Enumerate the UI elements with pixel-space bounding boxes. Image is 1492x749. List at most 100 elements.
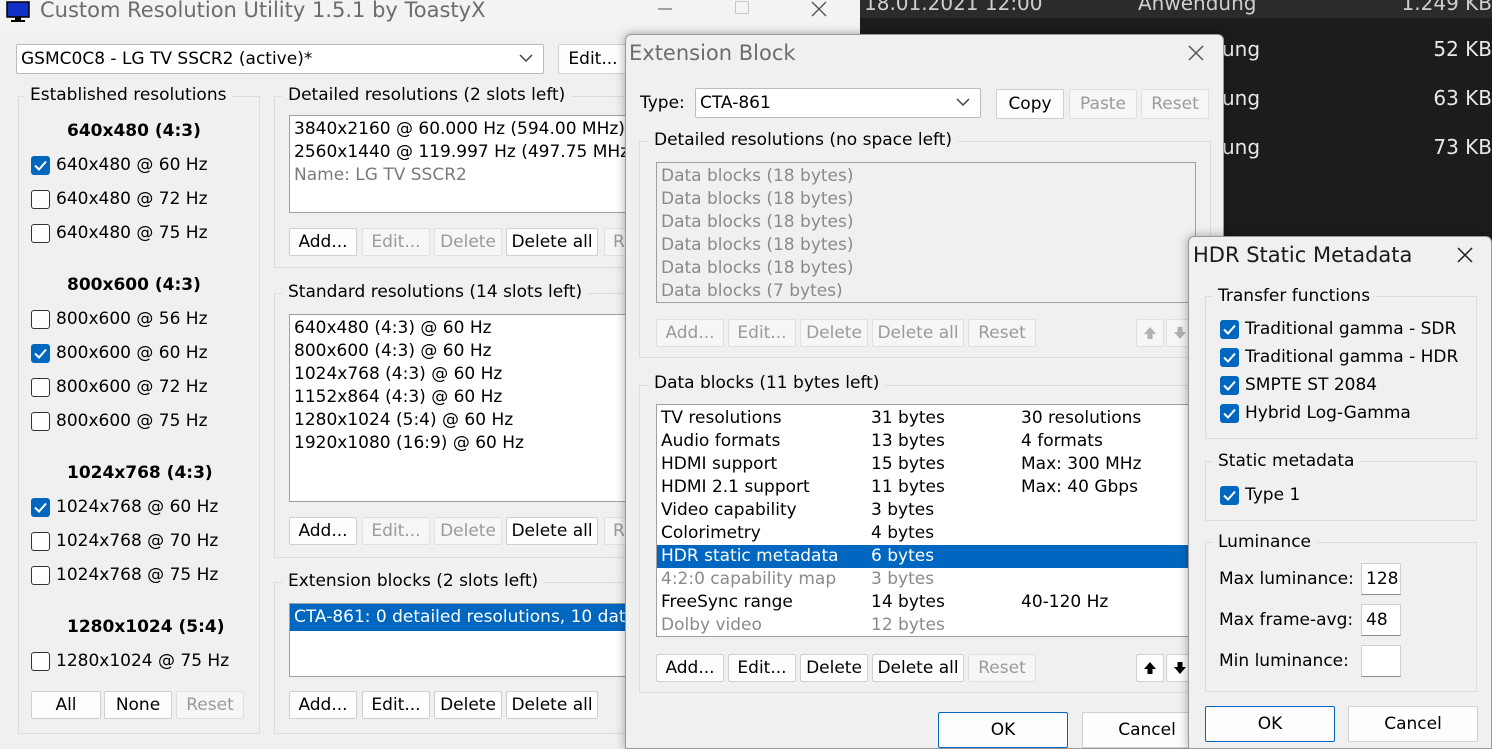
data-block-row[interactable]: 4:2:0 capability map 3 bytes	[661, 568, 1191, 591]
detailed-delete-button[interactable]: Delete	[434, 228, 502, 256]
list-item[interactable]: Data blocks (18 bytes)	[661, 188, 1191, 211]
list-item[interactable]: Data blocks (18 bytes)	[661, 257, 1191, 280]
data-block-row[interactable]: TV resolutions 31 bytes 30 resolutions	[661, 407, 1191, 430]
chk-1024x768-60[interactable]: 1024x768 @ 60 Hz	[31, 497, 218, 517]
data-block-row[interactable]: FreeSync range 14 bytes 40-120 Hz	[661, 591, 1191, 614]
standard-delete-all-button[interactable]: Delete all	[506, 517, 598, 545]
maximize-button[interactable]	[735, 1, 749, 14]
ext-detailed-list[interactable]: Data blocks (18 bytes) Data blocks (18 b…	[656, 162, 1196, 303]
list-item[interactable]: Data blocks (7 bytes)	[661, 280, 1191, 302]
checkbox[interactable]	[31, 497, 50, 517]
min-luminance-input[interactable]	[1361, 645, 1401, 677]
ext-detailed-delete-button[interactable]: Delete	[800, 319, 868, 347]
standard-delete-button[interactable]: Delete	[434, 517, 502, 545]
copy-button[interactable]: Copy	[996, 89, 1064, 119]
checkbox[interactable]	[31, 565, 50, 585]
data-blocks-list[interactable]: TV resolutions 31 bytes 30 resolutions Aud…	[656, 404, 1196, 637]
checkbox[interactable]	[1220, 485, 1239, 505]
data-block-row[interactable]: HDR static metadata 6 bytes	[657, 545, 1195, 568]
list-item[interactable]: 1280x1024 (5:4) @ 60 Hz	[294, 409, 629, 432]
ext-detailed-add-button[interactable]: Add...	[656, 319, 724, 347]
list-item[interactable]: 1920x1080 (16:9) @ 60 Hz	[294, 432, 629, 455]
extension-add-button[interactable]: Add...	[289, 691, 357, 719]
chk-800x600-75[interactable]: 800x600 @ 75 Hz	[31, 411, 208, 431]
chk-640x480-60[interactable]: 640x480 @ 60 Hz	[31, 155, 208, 175]
checkbox[interactable]	[31, 223, 50, 243]
standard-add-button[interactable]: Add...	[289, 517, 357, 545]
list-item[interactable]: 800x600 (4:3) @ 60 Hz	[294, 340, 629, 363]
chk-1024x768-75[interactable]: 1024x768 @ 75 Hz	[31, 565, 218, 585]
type-select[interactable]: CTA-861	[695, 88, 981, 118]
cancel-button[interactable]: Cancel	[1348, 706, 1478, 742]
checkbox[interactable]	[1220, 319, 1239, 339]
monitor-select[interactable]: GSMC0C8 - LG TV SSCR2 (active)*	[16, 44, 544, 74]
detailed-delete-all-button[interactable]: Delete all	[506, 228, 598, 256]
checkbox[interactable]	[31, 155, 50, 175]
detailed-list[interactable]: 3840x2160 @ 60.000 Hz (594.00 MHz) [ 256…	[289, 115, 634, 213]
list-item[interactable]: Data blocks (18 bytes)	[661, 234, 1191, 257]
data-block-row[interactable]: Colorimetry 4 bytes	[661, 522, 1191, 545]
ok-button[interactable]: OK	[1205, 706, 1335, 742]
move-up-button[interactable]	[1136, 319, 1164, 347]
close-icon[interactable]	[810, 1, 828, 17]
extension-edit-button[interactable]: Edit...	[362, 691, 430, 719]
ok-button[interactable]: OK	[938, 712, 1068, 748]
checkbox[interactable]	[1220, 403, 1239, 423]
data-move-up-button[interactable]	[1136, 654, 1164, 682]
list-item[interactable]: 1024x768 (4:3) @ 60 Hz	[294, 363, 629, 386]
list-item[interactable]: Data blocks (18 bytes)	[661, 211, 1191, 234]
checkbox[interactable]	[31, 651, 50, 671]
list-item[interactable]: Data blocks (18 bytes)	[661, 165, 1191, 188]
ext-detailed-delete-all-button[interactable]: Delete all	[872, 319, 964, 347]
max-luminance-input[interactable]: 128	[1361, 563, 1401, 595]
checkbox[interactable]	[31, 377, 50, 397]
chk-gamma-hdr[interactable]: Traditional gamma - HDR	[1220, 347, 1458, 367]
paste-button[interactable]: Paste	[1069, 89, 1137, 119]
data-reset-button[interactable]: Reset	[968, 654, 1036, 682]
all-button[interactable]: All	[31, 691, 101, 719]
reset-button[interactable]: Reset	[176, 691, 244, 719]
minimize-button[interactable]	[658, 8, 672, 10]
extension-delete-all-button[interactable]: Delete all	[506, 691, 598, 719]
data-delete-all-button[interactable]: Delete all	[872, 654, 964, 682]
data-block-row[interactable]: Dolby video 12 bytes	[661, 614, 1191, 636]
chk-gamma-sdr[interactable]: Traditional gamma - SDR	[1220, 319, 1456, 339]
ext-detailed-reset-button[interactable]: Reset	[968, 319, 1036, 347]
data-block-row[interactable]: Audio formats 13 bytes 4 formats	[661, 430, 1191, 453]
data-edit-button[interactable]: Edit...	[728, 654, 796, 682]
checkbox[interactable]	[31, 189, 50, 209]
list-item[interactable]: 2560x1440 @ 119.997 Hz (497.75 MHz)	[294, 141, 633, 164]
chk-800x600-56[interactable]: 800x600 @ 56 Hz	[31, 309, 208, 329]
data-add-button[interactable]: Add...	[656, 654, 724, 682]
checkbox[interactable]	[1220, 347, 1239, 367]
checkbox[interactable]	[31, 531, 50, 551]
close-icon[interactable]	[1187, 44, 1205, 62]
none-button[interactable]: None	[104, 691, 172, 719]
chk-hlg[interactable]: Hybrid Log-Gamma	[1220, 403, 1411, 423]
list-item[interactable]: 3840x2160 @ 60.000 Hz (594.00 MHz) [	[294, 118, 633, 141]
detailed-add-button[interactable]: Add...	[289, 228, 357, 256]
close-icon[interactable]	[1457, 247, 1473, 263]
data-delete-button[interactable]: Delete	[800, 654, 868, 682]
chk-800x600-72[interactable]: 800x600 @ 72 Hz	[31, 377, 208, 397]
data-block-row[interactable]: HDMI 2.1 support 11 bytes Max: 40 Gbps	[661, 476, 1191, 499]
checkbox[interactable]	[1220, 375, 1239, 395]
list-item[interactable]: 640x480 (4:3) @ 60 Hz	[294, 317, 629, 340]
extension-list[interactable]: CTA-861: 0 detailed resolutions, 10 data	[289, 603, 634, 677]
edit-monitor-button[interactable]: Edit...	[558, 44, 628, 74]
chk-1024x768-70[interactable]: 1024x768 @ 70 Hz	[31, 531, 218, 551]
data-block-row[interactable]: Video capability 3 bytes	[661, 499, 1191, 522]
chk-type-1[interactable]: Type 1	[1220, 485, 1300, 505]
max-frame-avg-input[interactable]: 48	[1361, 604, 1401, 636]
list-item[interactable]: CTA-861: 0 detailed resolutions, 10 data	[290, 604, 633, 631]
list-item[interactable]: Name: LG TV SSCR2	[294, 164, 629, 187]
checkbox[interactable]	[31, 309, 50, 329]
chk-smpte-2084[interactable]: SMPTE ST 2084	[1220, 375, 1377, 395]
standard-edit-button[interactable]: Edit...	[362, 517, 430, 545]
chk-800x600-60[interactable]: 800x600 @ 60 Hz	[31, 343, 208, 363]
detailed-edit-button[interactable]: Edit...	[362, 228, 430, 256]
list-item[interactable]: 1152x864 (4:3) @ 60 Hz	[294, 386, 629, 409]
checkbox[interactable]	[31, 343, 50, 363]
data-block-row[interactable]: HDMI support 15 bytes Max: 300 MHz	[661, 453, 1191, 476]
chk-640x480-75[interactable]: 640x480 @ 75 Hz	[31, 223, 208, 243]
